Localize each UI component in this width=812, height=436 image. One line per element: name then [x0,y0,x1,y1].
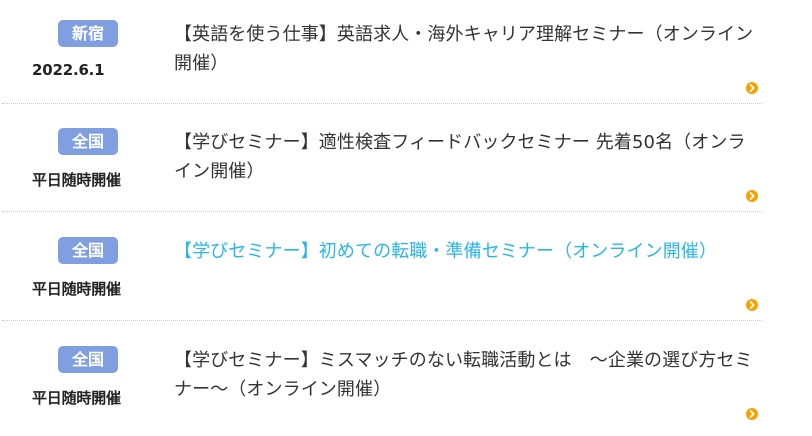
seminar-title-link[interactable]: 【英語を使う仕事】英語求人・海外キャリア理解セミナー（オンライン開催） [174,20,758,78]
seminar-title-link[interactable]: 【学びセミナー】初めての転職・準備セミナー（オンライン開催） [174,237,758,266]
seminar-date: 2022.6.1 [32,61,105,79]
row-divider [2,103,762,104]
row-divider [2,211,762,212]
seminar-list: 新宿 2022.6.1 【英語を使う仕事】英語求人・海外キャリア理解セミナー（オ… [0,0,812,423]
chevron-right-icon[interactable] [746,190,758,202]
seminar-schedule: 平日随時開催 [32,389,121,407]
seminar-item[interactable]: 全国 平日随時開催 【学びセミナー】適性検査フィードバックセミナー 先着50名（… [0,108,812,218]
seminar-item[interactable]: 全国 平日随時開催 【学びセミナー】ミスマッチのない転職活動とは ～企業の選び方… [0,326,812,436]
seminar-title-link[interactable]: 【学びセミナー】適性検査フィードバックセミナー 先着50名（オンライン開催） [174,128,758,186]
location-badge: 全国 [58,128,118,155]
seminar-schedule: 平日随時開催 [32,280,121,298]
chevron-right-icon[interactable] [746,299,758,311]
row-divider [2,320,762,321]
seminar-schedule: 平日随時開催 [32,171,121,189]
chevron-right-icon[interactable] [746,82,758,94]
location-badge: 新宿 [58,20,118,47]
chevron-right-icon[interactable] [746,408,758,420]
location-badge: 全国 [58,346,118,373]
seminar-item[interactable]: 全国 平日随時開催 【学びセミナー】初めての転職・準備セミナー（オンライン開催） [0,217,812,327]
seminar-item[interactable]: 新宿 2022.6.1 【英語を使う仕事】英語求人・海外キャリア理解セミナー（オ… [0,0,812,110]
location-badge: 全国 [58,237,118,264]
seminar-title-link[interactable]: 【学びセミナー】ミスマッチのない転職活動とは ～企業の選び方セミナー～（オンライ… [174,346,758,404]
